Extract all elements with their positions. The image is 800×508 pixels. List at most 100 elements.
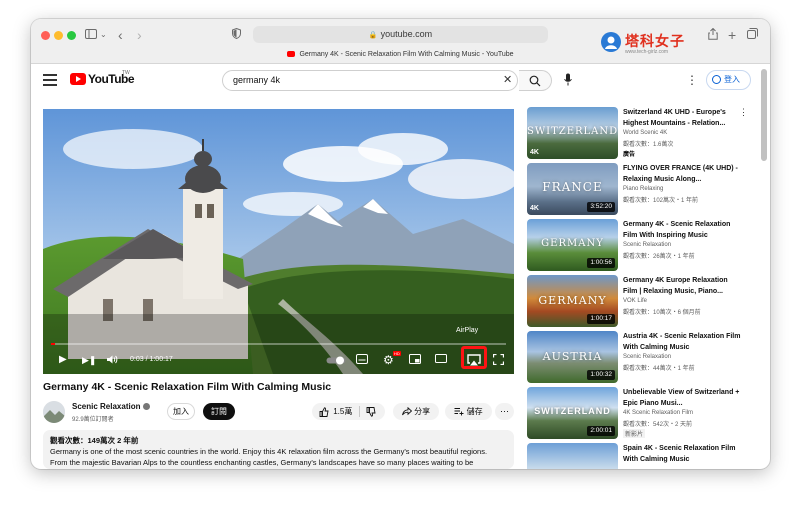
search-button[interactable] xyxy=(519,70,552,91)
shield-icon[interactable] xyxy=(232,27,241,42)
video-duration: 1:00:32 xyxy=(587,370,615,380)
sign-in-label: 登入 xyxy=(724,75,740,84)
item-menu-icon[interactable]: ⋮ xyxy=(739,107,748,118)
more-actions-button[interactable]: ⋯ xyxy=(495,403,514,420)
thumbs-down-icon xyxy=(366,406,376,417)
browser-titlebar: ⌄ ‹ › 🔒 youtube.com Germany 4K - Scenic R… xyxy=(31,19,770,64)
recommendation-item[interactable]: SWITZERLAND 2:00:01 Unbelievable View of… xyxy=(527,387,759,441)
thumbnail-text: GERMANY xyxy=(541,238,604,249)
subscribe-button[interactable]: 訂閱 xyxy=(203,403,235,420)
video-thumbnail[interactable]: SWITZERLAND 2:00:01 xyxy=(527,387,618,439)
recommendation-item[interactable]: GERMANY 1:00:17 Germany 4K Europe Relaxa… xyxy=(527,275,759,329)
video-thumbnail[interactable]: SWITZERLAND 4K xyxy=(527,107,618,159)
subtitles-icon[interactable] xyxy=(356,354,368,367)
video-duration: 1:00:56 xyxy=(587,258,615,268)
recommendation-title: Austria 4K - Scenic Relaxation Film With… xyxy=(623,333,741,351)
timecode: 0:03 / 1:00:17 xyxy=(130,356,173,363)
settings-gear-icon[interactable]: ⚙ xyxy=(383,354,394,366)
hd-badge: HD xyxy=(393,351,401,356)
airplay-highlight-box xyxy=(461,346,487,369)
recommendation-views: 觀看次數：26萬次・1 年前 xyxy=(623,254,695,260)
watermark-logo: 塔科女子 www.tech-girlz.com xyxy=(601,31,716,59)
youtube-logo-icon[interactable] xyxy=(70,73,86,85)
search-box: germany 4k ✕ xyxy=(222,70,518,91)
recommendation-item[interactable]: AUSTRIA 1:00:32 Austria 4K - Scenic Rela… xyxy=(527,331,759,385)
share-label: 分享 xyxy=(414,407,431,416)
save-button[interactable]: 儲存 xyxy=(445,403,492,420)
chevron-down-icon[interactable]: ⌄ xyxy=(100,28,107,42)
recommendation-title: Spain 4K - Scenic Relaxation Film With C… xyxy=(623,445,736,463)
autoplay-toggle[interactable] xyxy=(326,356,346,368)
description-line-1: Germany is one of the most scenic countr… xyxy=(50,447,488,456)
forward-icon[interactable]: › xyxy=(137,28,142,42)
dislike-button[interactable] xyxy=(366,403,376,420)
hamburger-menu-icon[interactable] xyxy=(43,74,57,86)
thumbnail-text: GERMANY xyxy=(538,294,607,307)
sign-in-button[interactable]: 登入 xyxy=(706,70,751,90)
like-button[interactable]: 1.5萬 xyxy=(319,403,352,420)
recommendation-channel: Scenic Relaxation xyxy=(623,354,672,360)
volume-icon[interactable] xyxy=(106,354,118,368)
next-icon[interactable]: ▶❚ xyxy=(82,354,96,366)
recommendation-item[interactable]: Spain 4K - Scenic Relaxation Film With C… xyxy=(527,443,759,469)
channel-avatar[interactable] xyxy=(43,401,65,423)
back-icon[interactable]: ‹ xyxy=(118,28,123,42)
close-window-button[interactable] xyxy=(41,31,50,40)
watermark-text: 塔科女子 xyxy=(625,33,685,49)
zoom-window-button[interactable] xyxy=(67,31,76,40)
search-input[interactable]: germany 4k xyxy=(233,71,280,90)
video-duration: 1:00:17 xyxy=(587,314,615,324)
like-divider xyxy=(359,406,360,417)
like-count: 1.5萬 xyxy=(333,407,353,416)
description-stats: 觀看次數：149萬次 2 年前 xyxy=(50,436,139,445)
clear-search-icon[interactable]: ✕ xyxy=(503,71,517,90)
sidebar-toggle-icon[interactable] xyxy=(85,28,97,42)
youtube-favicon-icon xyxy=(287,51,296,58)
join-button[interactable]: 加入 xyxy=(167,403,195,420)
tab-overview-icon[interactable] xyxy=(747,28,758,42)
channel-name[interactable]: Scenic Relaxation xyxy=(72,402,151,411)
play-icon[interactable]: ▶ xyxy=(59,354,67,366)
lock-icon: 🔒 xyxy=(368,32,378,39)
description-box[interactable]: 觀看次數：149萬次 2 年前 Germany is one of the mo… xyxy=(43,430,514,469)
recommendation-views: 觀看次數：1.6萬次 xyxy=(623,142,674,148)
address-bar[interactable]: 🔒 youtube.com xyxy=(253,26,548,43)
share-icon[interactable] xyxy=(708,27,718,43)
scrollbar[interactable] xyxy=(761,69,767,161)
thumbnail-text: SWITZERLAND xyxy=(534,406,611,416)
save-label: 儲存 xyxy=(466,407,483,416)
video-thumbnail[interactable]: GERMANY 1:00:56 xyxy=(527,219,618,271)
recommendation-title: Germany 4K - Scenic Relaxation Film With… xyxy=(623,221,731,239)
video-thumbnail[interactable] xyxy=(527,443,618,469)
voice-search-icon[interactable] xyxy=(564,73,572,87)
minimize-window-button[interactable] xyxy=(54,31,63,40)
recommendations-list: SWITZERLAND 4K Switzerland 4K UHD - Euro… xyxy=(527,107,759,469)
video-player[interactable]: ▶ ▶❚ 0:03 / 1:00:17 ⚙ HD AirPlay xyxy=(43,109,514,374)
thumbnail-text: SWITZERLAND xyxy=(527,126,618,137)
watermark-subtext: www.tech-girlz.com xyxy=(625,49,669,55)
recommendation-item[interactable]: GERMANY 1:00:56 Germany 4K - Scenic Rela… xyxy=(527,219,759,273)
video-thumbnail[interactable]: GERMANY 1:00:17 xyxy=(527,275,618,327)
new-tab-icon[interactable]: + xyxy=(728,28,736,42)
recommendation-views: 觀看次數：10萬次・6 個月前 xyxy=(623,310,701,316)
thumbs-up-icon xyxy=(319,407,329,417)
4k-badge: 4K xyxy=(530,205,539,212)
progress-bar[interactable] xyxy=(51,343,506,345)
url-text: youtube.com xyxy=(380,29,433,39)
new-video-badge: 新影片 xyxy=(623,429,646,438)
miniplayer-icon[interactable] xyxy=(409,354,421,367)
recommendation-channel: Piano Relaxing xyxy=(623,186,664,192)
recommendation-item[interactable]: SWITZERLAND 4K Switzerland 4K UHD - Euro… xyxy=(527,107,759,161)
recommendation-item[interactable]: FRANCE 4K 3:52:20 FLYING OVER FRANCE (4K… xyxy=(527,163,759,217)
video-thumbnail[interactable]: FRANCE 4K 3:52:20 xyxy=(527,163,618,215)
fullscreen-icon[interactable] xyxy=(492,353,505,368)
more-options-icon[interactable]: ⋮ xyxy=(686,73,698,87)
video-title: Germany 4K - Scenic Relaxation Film With… xyxy=(43,381,332,393)
share-button[interactable]: 分享 xyxy=(393,403,439,420)
like-dislike-group: 1.5萬 xyxy=(312,403,385,420)
browser-window: ⌄ ‹ › 🔒 youtube.com Germany 4K - Scenic R… xyxy=(31,19,770,469)
video-thumbnail[interactable]: AUSTRIA 1:00:32 xyxy=(527,331,618,383)
youtube-header: YouTube TW germany 4k ✕ ⋮ 登入 xyxy=(31,65,770,99)
theater-mode-icon[interactable] xyxy=(435,354,447,366)
watermark-emblem-icon xyxy=(601,32,621,52)
